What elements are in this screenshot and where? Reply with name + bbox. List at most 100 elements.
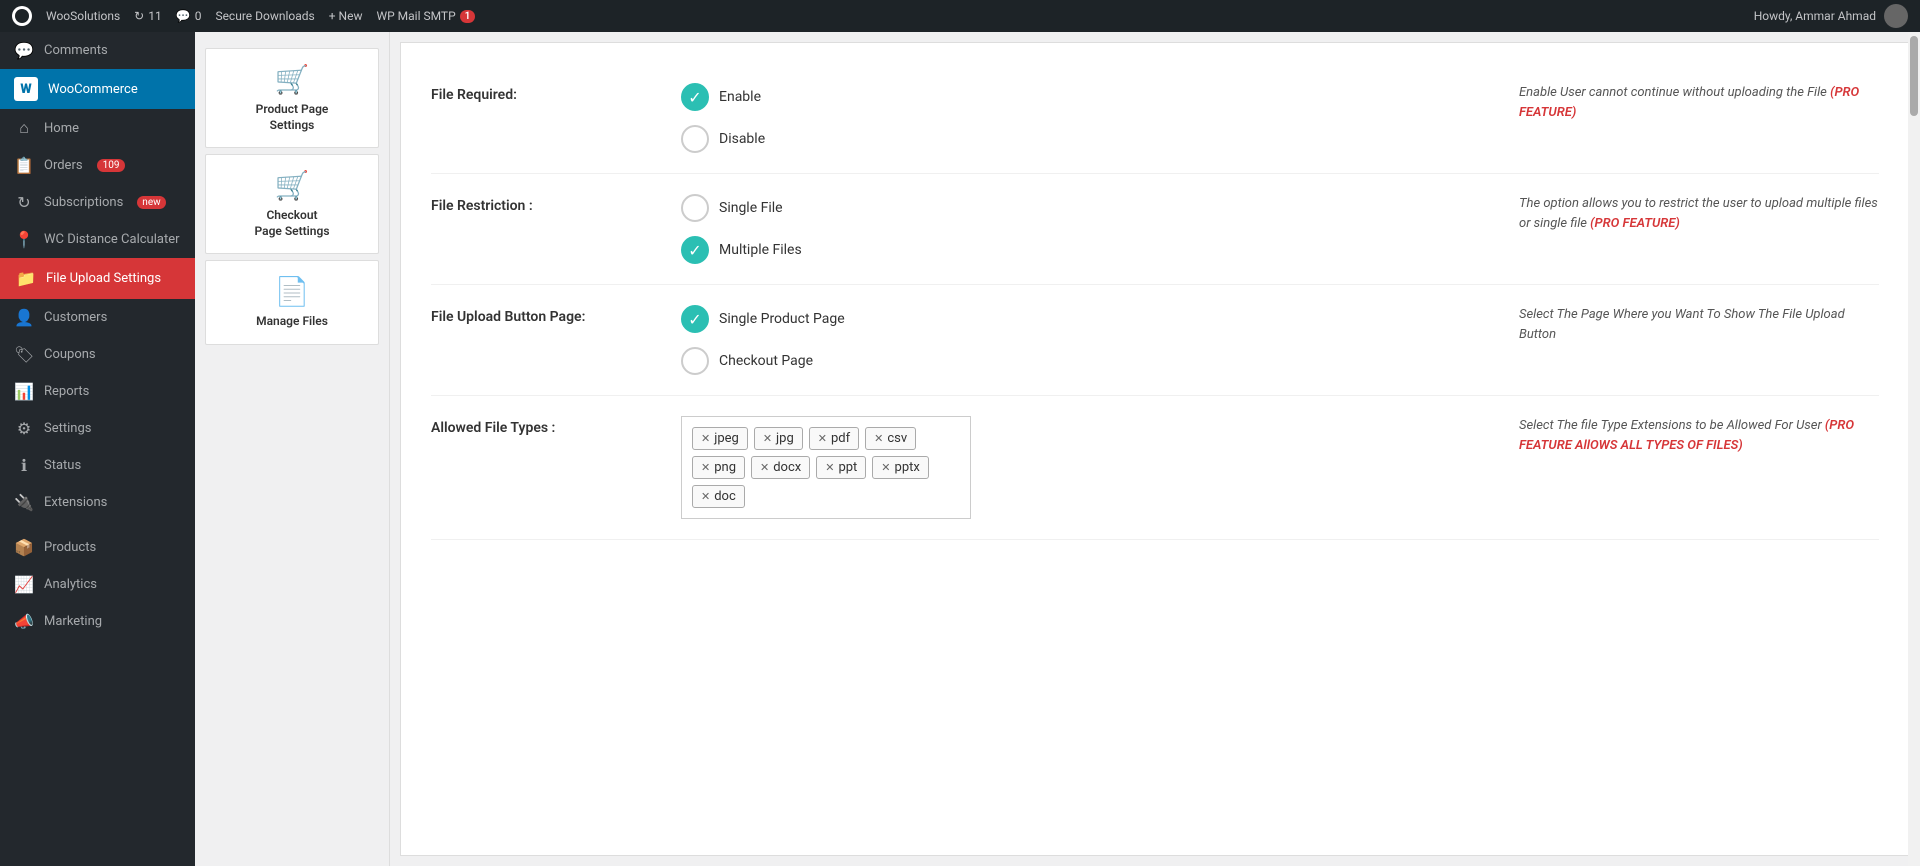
sidebar-item-products[interactable]: 📦 Products (0, 529, 195, 566)
tag-pptx[interactable]: ✕ pptx (872, 456, 929, 479)
sidebar-item-label: Customers (44, 310, 107, 325)
tag-jpeg[interactable]: ✕ jpeg (692, 427, 748, 450)
analytics-icon: 📈 (14, 575, 34, 594)
panel-manage-files[interactable]: 📄 Manage Files (205, 260, 379, 345)
file-restriction-description: The option allows you to restrict the us… (1519, 194, 1879, 233)
single-file-option[interactable]: Single File (681, 194, 1489, 222)
settings-icon: ⚙ (14, 419, 34, 438)
orders-badge: 109 (97, 159, 126, 172)
panel-product-page[interactable]: 🛒 Product PageSettings (205, 48, 379, 148)
disable-radio[interactable] (681, 125, 709, 153)
multiple-files-label: Multiple Files (719, 242, 802, 258)
customers-icon: 👤 (14, 308, 34, 327)
sidebar-item-customers[interactable]: 👤 Customers (0, 299, 195, 336)
comments-icon: 💬 (14, 41, 34, 60)
tag-jpg[interactable]: ✕ jpg (754, 427, 803, 450)
remove-ppt[interactable]: ✕ (825, 461, 834, 474)
secure-downloads-item[interactable]: Secure Downloads (215, 9, 314, 23)
smtp-item[interactable]: WP Mail SMTP 1 (376, 9, 475, 23)
single-product-radio[interactable]: ✓ (681, 305, 709, 333)
disable-option[interactable]: Disable (681, 125, 1489, 153)
tag-png[interactable]: ✕ png (692, 456, 745, 479)
pro-feature-text: (PRO FEATURE) (1519, 85, 1859, 120)
file-upload-button-description: Select The Page Where you Want To Show T… (1519, 305, 1879, 344)
pro-feature-text3: (PRO FEATURE AllOWS ALL TYPES OF FILES) (1519, 418, 1854, 453)
sidebar-item-wc-distance[interactable]: 📍 WC Distance Calculater (0, 221, 195, 258)
allowed-file-types-description: Select The file Type Extensions to be Al… (1519, 416, 1879, 455)
enable-radio[interactable]: ✓ (681, 83, 709, 111)
sidebar-item-subscriptions[interactable]: ↻ Subscriptions new (0, 184, 195, 221)
sidebar-item-coupons[interactable]: 🏷 Coupons (0, 336, 195, 373)
enable-option[interactable]: ✓ Enable (681, 83, 1489, 111)
remove-pptx[interactable]: ✕ (881, 461, 890, 474)
marketing-icon: 📣 (14, 612, 34, 631)
sidebar-item-settings[interactable]: ⚙ Settings (0, 410, 195, 447)
home-icon: ⌂ (14, 118, 34, 138)
orders-icon: 📋 (14, 156, 34, 175)
tag-ppt[interactable]: ✕ ppt (816, 456, 866, 479)
tag-docx[interactable]: ✕ docx (751, 456, 810, 479)
single-product-option[interactable]: ✓ Single Product Page (681, 305, 1489, 333)
comments-item[interactable]: 💬 0 (176, 9, 202, 23)
remove-doc[interactable]: ✕ (701, 490, 710, 503)
sidebar-item-label: Marketing (44, 614, 102, 629)
tag-pdf[interactable]: ✕ pdf (809, 427, 859, 450)
status-icon: ℹ (14, 456, 34, 475)
scrollbar[interactable] (1908, 42, 1910, 856)
single-file-radio[interactable] (681, 194, 709, 222)
panel-checkout[interactable]: 🛒 CheckoutPage Settings (205, 154, 379, 254)
sidebar-item-home[interactable]: ⌂ Home (0, 109, 195, 147)
sidebar-item-extensions[interactable]: 🔌 Extensions (0, 484, 195, 521)
remove-docx[interactable]: ✕ (760, 461, 769, 474)
sidebar-item-analytics[interactable]: 📈 Analytics (0, 566, 195, 603)
remove-jpg[interactable]: ✕ (763, 432, 772, 445)
wp-logo-icon[interactable] (12, 6, 32, 26)
coupons-icon: 🏷 (14, 345, 34, 364)
sidebar-item-label: Reports (44, 384, 89, 399)
panel-label: Manage Files (216, 314, 368, 330)
subscriptions-icon: ↻ (14, 193, 34, 212)
cart2-icon: 🛒 (216, 169, 368, 202)
allowed-file-types-options: ✕ jpeg ✕ jpg ✕ pdf ✕ csv ✕ png ✕ docx ✕ … (681, 416, 1489, 519)
site-name[interactable]: WooSolutions (46, 9, 120, 23)
sidebar-item-reports[interactable]: 📊 Reports (0, 373, 195, 410)
updates-item[interactable]: ↻ 11 (134, 9, 162, 23)
top-bar: WooSolutions ↻ 11 💬 0 Secure Downloads +… (0, 0, 1920, 32)
avatar (1884, 4, 1908, 28)
sidebar-item-marketing[interactable]: 📣 Marketing (0, 603, 195, 640)
sidebar-item-comments[interactable]: 💬 Comments (0, 32, 195, 69)
allowed-file-types-label: Allowed File Types : (431, 416, 651, 436)
tag-csv[interactable]: ✕ csv (865, 427, 916, 450)
sidebar-item-file-upload[interactable]: 📁 File Upload Settings (0, 258, 195, 299)
single-file-label: Single File (719, 200, 783, 216)
howdy-text: Howdy, Ammar Ahmad (1754, 9, 1876, 23)
sidebar-woocommerce-header[interactable]: W WooCommerce (0, 69, 195, 109)
multiple-files-option[interactable]: ✓ Multiple Files (681, 236, 1489, 264)
remove-csv[interactable]: ✕ (874, 432, 883, 445)
tag-doc[interactable]: ✕ doc (692, 485, 745, 508)
sidebar-item-label: Coupons (44, 347, 96, 362)
file-restriction-label: File Restriction : (431, 194, 651, 214)
sidebar-item-label: Analytics (44, 577, 97, 592)
cart-icon: 🛒 (216, 63, 368, 96)
sidebar-item-label: Subscriptions (44, 195, 123, 210)
new-item[interactable]: + New (329, 9, 363, 23)
sidebar: 💬 Comments W WooCommerce ⌂ Home 📋 Orders… (0, 32, 195, 866)
enable-label: Enable (719, 89, 761, 105)
sidebar-item-label: Comments (44, 43, 108, 58)
checkout-page-option[interactable]: Checkout Page (681, 347, 1489, 375)
file-required-row: File Required: ✓ Enable Disable Enable U… (431, 63, 1879, 174)
sidebar-item-status[interactable]: ℹ Status (0, 447, 195, 484)
remove-png[interactable]: ✕ (701, 461, 710, 474)
checkout-page-radio[interactable] (681, 347, 709, 375)
sidebar-item-orders[interactable]: 📋 Orders 109 (0, 147, 195, 184)
file-upload-button-label: File Upload Button Page: (431, 305, 651, 325)
remove-pdf[interactable]: ✕ (818, 432, 827, 445)
remove-jpeg[interactable]: ✕ (701, 432, 710, 445)
file-restriction-options: Single File ✓ Multiple Files (681, 194, 1489, 264)
sidebar-item-label: Orders (44, 158, 83, 173)
checkout-page-label: Checkout Page (719, 353, 813, 369)
sidebar-item-label: WC Distance Calculater (44, 232, 180, 247)
multiple-files-radio[interactable]: ✓ (681, 236, 709, 264)
allowed-file-types-row: Allowed File Types : ✕ jpeg ✕ jpg ✕ pdf … (431, 396, 1879, 540)
